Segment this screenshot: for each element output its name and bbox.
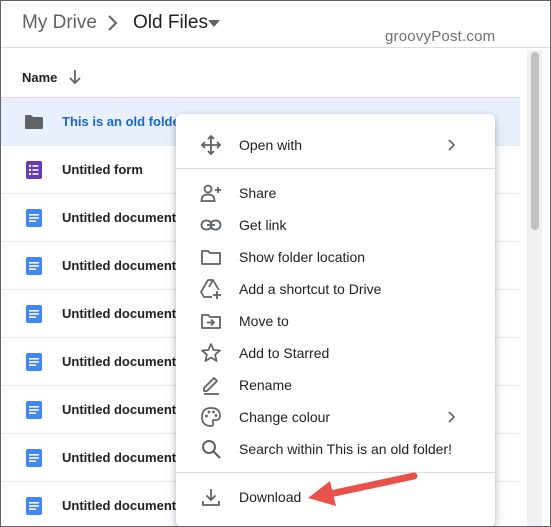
menu-item-move-to[interactable]: Move to	[176, 305, 495, 337]
menu-item-get-link[interactable]: Get link	[176, 209, 495, 241]
context-menu: Open with Share Get link Show folder loc…	[176, 114, 495, 527]
search-icon	[202, 440, 221, 459]
file-name: Untitled document	[62, 210, 177, 225]
menu-item-label: Change colour	[239, 409, 331, 425]
file-name: Untitled document	[62, 498, 177, 513]
menu-item-label: Add a shortcut to Drive	[239, 281, 382, 297]
chevron-right-icon	[448, 139, 456, 151]
caret-down-icon[interactable]	[208, 20, 220, 28]
sort-arrow-down-icon[interactable]	[67, 68, 83, 86]
download-icon	[202, 489, 220, 506]
move-arrows-icon	[200, 134, 222, 156]
file-list-header: Name	[0, 58, 520, 98]
menu-item-label: Search within This is an old folder!	[239, 441, 452, 457]
menu-item-share[interactable]: Share	[176, 177, 495, 209]
scrollbar-thumb[interactable]	[531, 52, 539, 230]
form-icon	[26, 161, 42, 179]
menu-item-label: Get link	[239, 217, 287, 233]
file-name: Untitled document	[62, 354, 177, 369]
move-to-folder-icon	[201, 314, 221, 329]
folder-icon	[25, 115, 43, 129]
name-column-header[interactable]: Name	[22, 70, 57, 85]
annotation-arrow-icon	[308, 472, 418, 506]
menu-item-add-shortcut[interactable]: Add a shortcut to Drive	[176, 273, 495, 305]
menu-item-open-with[interactable]: Open with	[176, 129, 495, 161]
pencil-icon	[203, 377, 219, 395]
menu-item-add-to-starred[interactable]: Add to Starred	[176, 337, 495, 369]
menu-item-change-colour[interactable]: Change colour	[176, 401, 495, 433]
folder-outline-icon	[201, 250, 221, 265]
menu-item-label: Download	[239, 489, 302, 505]
document-icon	[26, 401, 42, 419]
document-icon	[26, 353, 42, 371]
menu-item-search-within[interactable]: Search within This is an old folder!	[176, 433, 495, 465]
document-icon	[26, 257, 42, 275]
drive-shortcut-icon	[200, 279, 222, 300]
document-icon	[26, 305, 42, 323]
breadcrumb-my-drive[interactable]: My Drive	[22, 12, 97, 34]
file-name: Untitled document	[62, 306, 177, 321]
file-name: Untitled document	[62, 450, 177, 465]
document-icon	[26, 209, 42, 227]
menu-item-label: Rename	[239, 377, 292, 393]
file-name: Untitled document	[62, 402, 177, 417]
menu-item-label: Add to Starred	[239, 345, 330, 361]
file-name: This is an old folder!	[62, 114, 190, 129]
document-icon	[26, 497, 42, 515]
menu-item-label: Open with	[239, 137, 303, 153]
breadcrumb-current-folder[interactable]: Old Files	[133, 12, 208, 34]
chevron-right-icon	[108, 15, 118, 31]
star-outline-icon	[201, 343, 221, 362]
link-icon	[200, 219, 222, 231]
menu-item-label: Move to	[239, 313, 289, 329]
menu-item-label: Show folder location	[239, 249, 366, 265]
palette-icon	[201, 407, 221, 427]
watermark: groovyPost.com	[385, 28, 496, 45]
menu-item-show-folder-location[interactable]: Show folder location	[176, 241, 495, 273]
menu-item-rename[interactable]: Rename	[176, 369, 495, 401]
document-icon	[26, 449, 42, 467]
menu-item-label: Share	[239, 185, 277, 201]
file-name: Untitled form	[62, 162, 143, 177]
person-add-icon	[200, 184, 221, 202]
menu-divider	[176, 168, 495, 169]
file-name: Untitled document	[62, 258, 177, 273]
chevron-right-icon	[448, 411, 456, 423]
